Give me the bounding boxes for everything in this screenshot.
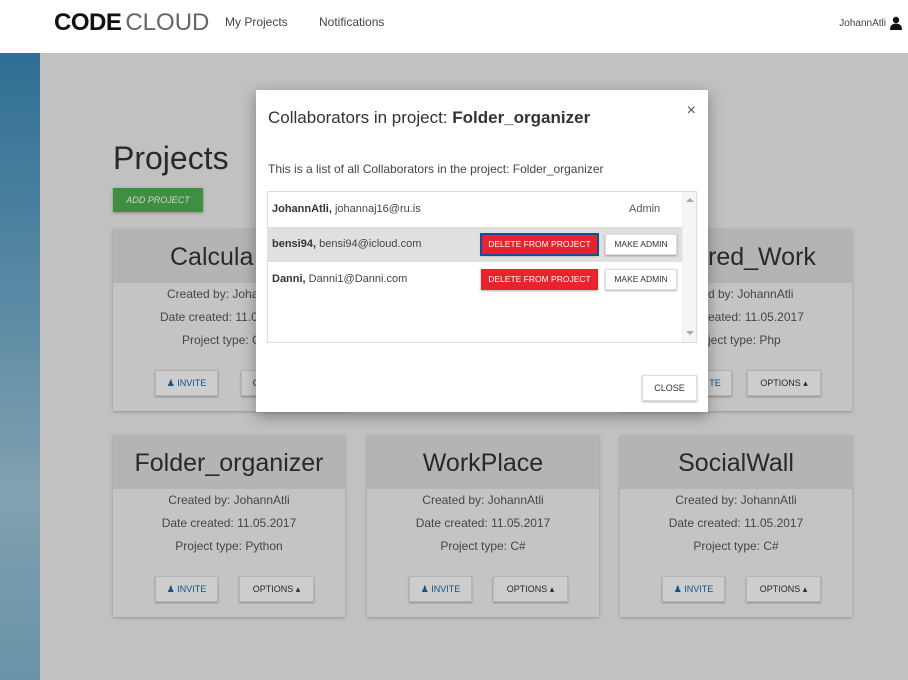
nav-username[interactable]: JohannAtli bbox=[839, 18, 886, 29]
collaborator-info: bensi94, bensi94@icloud.com bbox=[272, 238, 421, 250]
modal-title: Collaborators in project: Folder_organiz… bbox=[268, 108, 590, 128]
collaborator-email: Danni1@Danni.com bbox=[305, 273, 408, 285]
collaborators-list[interactable]: JohannAtli, johannaj16@ru.is Admin bensi… bbox=[267, 191, 697, 343]
logo[interactable]: CODE CLOUD bbox=[54, 9, 209, 37]
nav-notifications[interactable]: Notifications bbox=[319, 15, 384, 29]
collaborator-username: JohannAtli, bbox=[272, 203, 332, 215]
logo-light: CLOUD bbox=[125, 9, 210, 36]
navbar: CODE CLOUD My Projects Notifications Joha… bbox=[0, 0, 908, 53]
close-icon[interactable]: × bbox=[687, 102, 696, 120]
logo-bold: CODE bbox=[54, 9, 122, 36]
list-item: Danni, Danni1@Danni.com DELETE FROM PROJ… bbox=[268, 262, 682, 297]
close-button[interactable]: CLOSE bbox=[642, 375, 697, 401]
modal-title-project: Folder_organizer bbox=[452, 108, 591, 127]
scroll-up-arrow-icon[interactable] bbox=[686, 198, 694, 202]
delete-from-project-button[interactable]: DELETE FROM PROJECT bbox=[481, 269, 598, 290]
collaborator-username: bensi94, bbox=[272, 238, 317, 250]
collaborator-info: JohannAtli, johannaj16@ru.is bbox=[272, 203, 421, 215]
collaborator-email: johannaj16@ru.is bbox=[331, 203, 421, 215]
collaborators-modal: Collaborators in project: Folder_organiz… bbox=[256, 90, 708, 412]
collaborator-role: Admin bbox=[629, 203, 661, 215]
scroll-down-arrow-icon[interactable] bbox=[686, 331, 694, 335]
collaborator-info: Danni, Danni1@Danni.com bbox=[272, 273, 407, 285]
list-item: bensi94, bensi94@icloud.com DELETE FROM … bbox=[268, 227, 682, 262]
collaborator-username: Danni, bbox=[272, 273, 306, 285]
list-item: JohannAtli, johannaj16@ru.is Admin bbox=[268, 192, 682, 227]
modal-title-prefix: Collaborators in project: bbox=[268, 108, 453, 127]
delete-from-project-button[interactable]: DELETE FROM PROJECT bbox=[480, 233, 599, 256]
nav-my-projects[interactable]: My Projects bbox=[225, 15, 288, 29]
list-scrollbar[interactable] bbox=[682, 192, 696, 342]
collaborator-email: bensi94@icloud.com bbox=[316, 238, 422, 250]
modal-description: This is a list of all Collaborators in t… bbox=[268, 162, 604, 176]
make-admin-button[interactable]: MAKE ADMIN bbox=[605, 234, 677, 255]
make-admin-button[interactable]: MAKE ADMIN bbox=[605, 269, 677, 290]
user-icon[interactable] bbox=[890, 16, 902, 30]
